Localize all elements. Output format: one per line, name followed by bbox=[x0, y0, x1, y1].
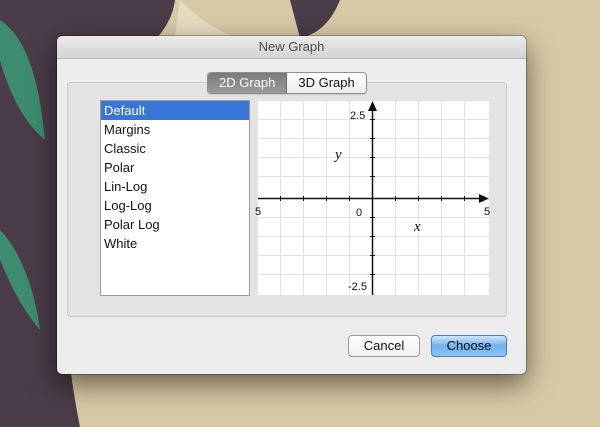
graph-type-tabs: 2D Graph 3D Graph bbox=[207, 72, 367, 94]
list-item-polar[interactable]: Polar bbox=[101, 158, 249, 177]
cancel-button[interactable]: Cancel bbox=[348, 335, 420, 357]
graph-preview: 2.5 -2.5 5 5 0 y x bbox=[255, 101, 491, 295]
list-item-polar-log[interactable]: Polar Log bbox=[101, 215, 249, 234]
y-bottom-label: -2.5 bbox=[348, 281, 367, 293]
y-axis-arrow bbox=[368, 101, 377, 111]
list-item-classic[interactable]: Classic bbox=[101, 139, 249, 158]
dialog-title: New Graph bbox=[57, 36, 526, 59]
tab-3d-graph[interactable]: 3D Graph bbox=[287, 73, 366, 93]
y-axis-label: y bbox=[335, 147, 342, 163]
list-item-lin-log[interactable]: Lin-Log bbox=[101, 177, 249, 196]
x-right-label: 5 bbox=[484, 206, 491, 218]
preview-grid bbox=[258, 101, 489, 295]
origin-label: 0 bbox=[356, 207, 363, 219]
tab-2d-graph[interactable]: 2D Graph bbox=[208, 73, 288, 93]
template-list[interactable]: Default Margins Classic Polar Lin-Log Lo… bbox=[100, 100, 250, 296]
list-item-log-log[interactable]: Log-Log bbox=[101, 196, 249, 215]
y-top-label: 2.5 bbox=[350, 110, 366, 122]
x-axis-arrow bbox=[479, 194, 489, 203]
list-item-default[interactable]: Default bbox=[101, 101, 249, 120]
choose-button[interactable]: Choose bbox=[431, 335, 507, 357]
x-left-label: 5 bbox=[255, 206, 262, 218]
list-item-white[interactable]: White bbox=[101, 234, 249, 253]
x-axis-label: x bbox=[414, 219, 421, 235]
list-item-margins[interactable]: Margins bbox=[101, 120, 249, 139]
